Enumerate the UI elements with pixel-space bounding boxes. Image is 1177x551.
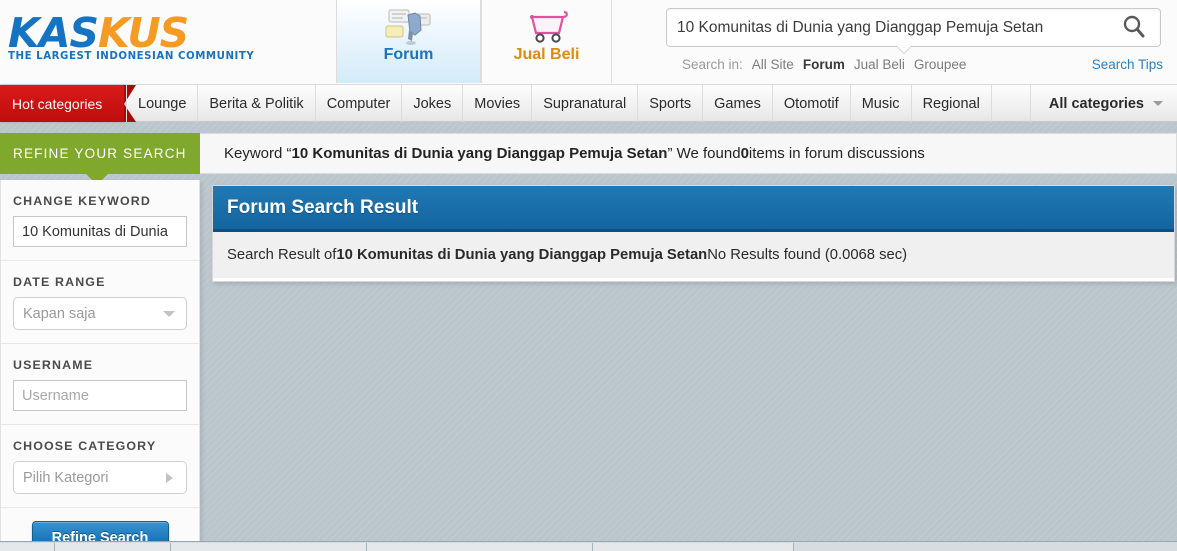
result-panel: Forum Search Result Search Result of 10 … xyxy=(212,185,1175,282)
change-keyword-title: CHANGE KEYWORD xyxy=(13,194,151,208)
category-nav: Hot categories Lounge Berita & Politik C… xyxy=(0,84,1177,122)
search-scope-row: Search in: All Site Forum Jual Beli Groupee xyxy=(682,57,1162,77)
taskbar-cell xyxy=(0,543,55,551)
sidebar-section-username: USERNAME xyxy=(1,344,199,425)
refine-banner-label: REFINE YOUR SEARCH xyxy=(13,146,187,161)
search-input[interactable] xyxy=(667,9,1109,46)
chevron-down-icon xyxy=(1153,101,1163,106)
found-count: 0 xyxy=(740,145,749,162)
choose-category-title: CHOOSE CATEGORY xyxy=(13,439,157,453)
taskbar-cell xyxy=(593,543,794,551)
result-body-prefix: Search Result of xyxy=(227,247,337,263)
refine-sidebar: CHANGE KEYWORD DATE RANGE Kapan saja USE… xyxy=(0,180,200,551)
sidebar-section-date-range: DATE RANGE Kapan saja xyxy=(1,261,199,344)
taskbar-cell xyxy=(367,543,593,551)
keyword-value: 10 Komunitas di Dunia yang Dianggap Pemu… xyxy=(291,145,668,162)
tab-jual-beli-label: Jual Beli xyxy=(513,46,580,63)
refine-bar: REFINE YOUR SEARCH Keyword “10 Komunitas… xyxy=(0,133,1177,185)
site-logo[interactable]: KASKUS THE LARGEST INDONESIAN COMMUNITY xyxy=(8,13,255,64)
category-item-games[interactable]: Games xyxy=(703,85,773,122)
category-item-supranatural[interactable]: Supranatural xyxy=(532,85,639,122)
choose-category-value: Pilih Kategori xyxy=(23,469,109,486)
keyword-suffix: ” We found xyxy=(667,145,741,162)
username-title: USERNAME xyxy=(13,358,94,372)
chevron-right-icon xyxy=(166,473,173,483)
search-area xyxy=(666,8,1161,54)
sidebar-section-choose-category: CHOOSE CATEGORY Pilih Kategori xyxy=(1,425,199,508)
change-keyword-input[interactable] xyxy=(13,216,187,247)
search-icon xyxy=(1120,15,1148,44)
result-body-query: 10 Komunitas di Dunia yang Dianggap Pemu… xyxy=(336,247,708,263)
tab-forum[interactable]: Forum xyxy=(336,0,481,83)
taskbar-cell xyxy=(171,543,367,551)
hot-categories-label: Hot categories xyxy=(12,95,103,112)
site-header: KASKUS THE LARGEST INDONESIAN COMMUNITY … xyxy=(0,0,1177,84)
forum-speech-bubbles-icon xyxy=(381,6,437,46)
logo-tagline: THE LARGEST INDONESIAN COMMUNITY xyxy=(8,51,255,62)
bottom-taskbar-strip xyxy=(0,541,1177,551)
search-scope-groupee[interactable]: Groupee xyxy=(914,57,967,72)
category-item-computer[interactable]: Computer xyxy=(316,85,403,122)
logo-wordmark: KASKUS xyxy=(8,13,230,54)
result-body-suffix: No Results found (0.0068 sec) xyxy=(707,247,908,263)
taskbar-cell xyxy=(55,543,171,551)
category-item-otomotif[interactable]: Otomotif xyxy=(773,85,851,122)
search-submit-button[interactable] xyxy=(1114,13,1154,43)
search-in-label: Search in: xyxy=(682,57,743,72)
date-range-title: DATE RANGE xyxy=(13,275,106,289)
category-item-movies[interactable]: Movies xyxy=(463,85,533,122)
category-item-lounge[interactable]: Lounge xyxy=(126,85,199,122)
search-box[interactable] xyxy=(666,8,1161,47)
category-item-sports[interactable]: Sports xyxy=(638,85,704,122)
hot-categories-tab[interactable]: Hot categories xyxy=(0,85,137,122)
search-scope-forum[interactable]: Forum xyxy=(803,57,845,72)
all-categories-label: All categories xyxy=(1048,95,1144,112)
category-item-music[interactable]: Music xyxy=(851,85,912,122)
category-item-regional[interactable]: Regional xyxy=(912,85,992,122)
found-suffix: items in forum discussions xyxy=(748,145,925,162)
date-range-value: Kapan saja xyxy=(23,305,96,322)
all-categories-dropdown[interactable]: All categories xyxy=(1029,85,1177,122)
category-item-jokes[interactable]: Jokes xyxy=(402,85,464,122)
choose-category-select[interactable]: Pilih Kategori xyxy=(13,461,187,494)
tab-jual-beli[interactable]: Jual Beli xyxy=(481,0,612,83)
page-root: KASKUS THE LARGEST INDONESIAN COMMUNITY … xyxy=(0,0,1177,551)
tab-forum-label: Forum xyxy=(383,46,434,63)
keyword-prefix: Keyword “ xyxy=(224,145,292,162)
chevron-down-icon xyxy=(163,311,175,317)
keyword-summary-bar: Keyword “10 Komunitas di Dunia yang Dian… xyxy=(200,133,1177,174)
result-panel-header: Forum Search Result xyxy=(213,186,1174,232)
sidebar-section-change-keyword: CHANGE KEYWORD xyxy=(1,180,199,261)
username-input[interactable] xyxy=(13,380,187,411)
search-tips-link[interactable]: Search Tips xyxy=(1092,57,1163,72)
search-notch-inner xyxy=(897,46,912,53)
search-scope-jual-beli[interactable]: Jual Beli xyxy=(854,57,905,72)
refine-your-search-banner: REFINE YOUR SEARCH xyxy=(0,133,200,185)
search-scope-all-site[interactable]: All Site xyxy=(752,57,794,72)
logo-part-kas: KAS xyxy=(8,9,99,57)
date-range-select[interactable]: Kapan saja xyxy=(13,297,187,330)
result-panel-body: Search Result of 10 Komunitas di Dunia y… xyxy=(213,232,1174,278)
shopping-cart-icon xyxy=(519,6,575,46)
logo-part-kus: KUS xyxy=(98,9,189,57)
category-item-berita-politik[interactable]: Berita & Politik xyxy=(198,85,316,122)
category-list: Lounge Berita & Politik Computer Jokes M… xyxy=(126,85,992,122)
